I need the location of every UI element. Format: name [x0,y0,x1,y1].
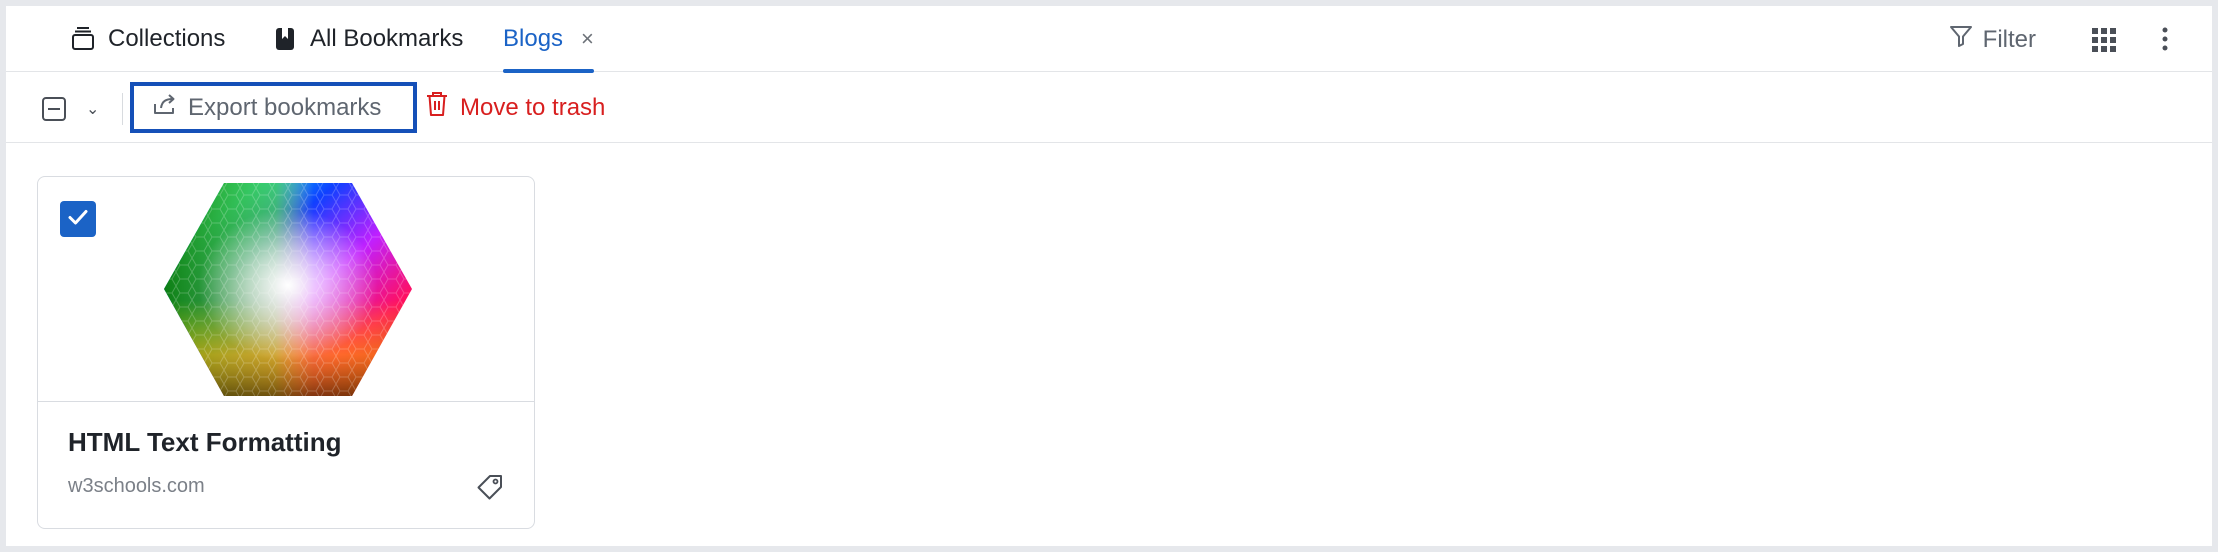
filter-button[interactable]: Filter [1949,24,2036,55]
card-select-checkbox[interactable] [60,201,96,237]
tag-icon[interactable] [476,473,504,501]
more-vertical-icon[interactable] [2160,26,2170,52]
move-to-trash-button[interactable]: Move to trash [426,82,605,133]
tab-all-bookmarks[interactable]: All Bookmarks [272,6,463,72]
bookmark-card[interactable]: HTML Text Formatting w3schools.com [37,176,535,529]
filter-label: Filter [1982,25,2036,53]
card-domain: w3schools.com [68,475,205,497]
select-all-checkbox[interactable] [42,97,66,121]
checkmark-icon [66,205,90,234]
tab-bar: Collections All Bookmarks Blogs × Filter [6,6,2212,73]
color-hexagon-image [160,181,416,398]
card-thumbnail [38,177,534,402]
export-bookmarks-button[interactable]: Export bookmarks [130,82,417,133]
chevron-down-icon[interactable]: ⌄ [86,99,99,119]
tab-collections-label: Collections [108,25,226,52]
grid-icon[interactable] [2092,28,2116,52]
tab-blogs[interactable]: Blogs × [503,6,594,73]
card-title[interactable]: HTML Text Formatting [68,427,341,458]
app-frame: Collections All Bookmarks Blogs × Filter [6,6,2212,546]
filter-icon [1949,24,1973,55]
tab-blogs-label: Blogs [503,25,564,52]
bookmark-icon [272,26,298,52]
trash-icon [426,91,448,124]
collections-icon [70,26,96,52]
move-to-trash-label: Move to trash [460,93,606,121]
selection-toolbar: ⌄ Export bookmarks Move to trash [6,73,2212,143]
tab-all-bookmarks-label: All Bookmarks [310,25,464,52]
tab-collections[interactable]: Collections [70,6,225,72]
export-icon [152,91,178,124]
export-bookmarks-label: Export bookmarks [188,93,382,121]
toolbar-divider [122,93,123,125]
tab-close-icon[interactable]: × [581,26,594,52]
